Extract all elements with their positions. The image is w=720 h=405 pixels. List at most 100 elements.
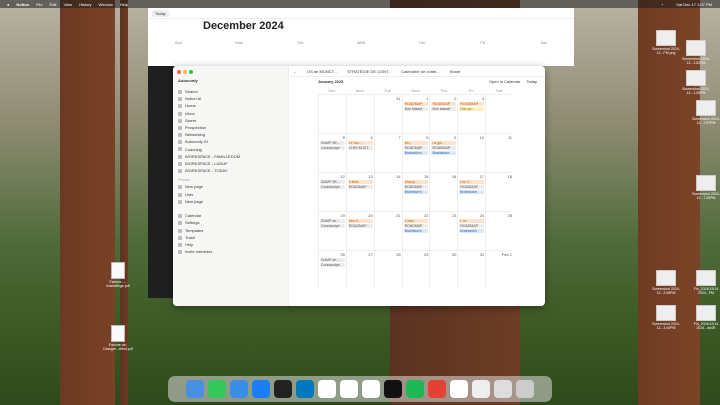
sidebar-bottom-item[interactable]: Settings bbox=[178, 219, 283, 226]
day-cell[interactable]: 25 bbox=[485, 212, 513, 250]
event-chip[interactable]: CHECKLIST bbox=[347, 146, 373, 150]
desktop-file[interactable]: Fin_2024/12/14 2024...PM bbox=[690, 270, 720, 295]
sidebar-page[interactable]: Sweet bbox=[178, 117, 283, 124]
sidebar-item[interactable]: Notion AI bbox=[178, 95, 283, 102]
tab-strategie[interactable]: STRATÉGIE DE CONT... bbox=[347, 69, 391, 74]
calendar-today-button[interactable]: Today bbox=[152, 9, 169, 17]
day-cell[interactable]: 16 bbox=[429, 173, 457, 211]
finder-icon[interactable] bbox=[186, 380, 204, 398]
chrome-icon[interactable] bbox=[428, 380, 446, 398]
desktop-pdf[interactable]: Facture-de-Dranger...client.pdf bbox=[102, 325, 134, 351]
day-cell[interactable]: 31 bbox=[373, 95, 402, 133]
day-cell[interactable]: 31 bbox=[457, 251, 485, 289]
menu-window[interactable]: Window bbox=[99, 2, 113, 7]
day-cell[interactable]: 14 bbox=[373, 173, 402, 211]
sidebar-item[interactable]: Search bbox=[178, 88, 283, 95]
event-chip[interactable]: Connaculpe bbox=[320, 224, 345, 228]
sidebar-bottom-item[interactable]: Calendar bbox=[178, 212, 283, 219]
desktop-file[interactable]: Screenshot 2024-12...1.00PM bbox=[680, 70, 712, 95]
event-chip[interactable]: L'inter... bbox=[403, 219, 429, 223]
desktop-file[interactable]: Screenshot 2024-12...3.00PM bbox=[650, 305, 682, 330]
back-icon[interactable]: ← bbox=[293, 69, 297, 74]
event-chip[interactable]: Non faisant bbox=[403, 107, 429, 111]
day-cell[interactable] bbox=[345, 95, 374, 133]
day-cell[interactable]: 17 Les 3... ROADMAP Brainstorm bbox=[457, 173, 485, 211]
event-chip[interactable]: ROADMAP bbox=[459, 224, 485, 228]
private-page[interactable]: New page bbox=[178, 198, 283, 205]
event-chip[interactable]: ROADMAP bbox=[403, 224, 429, 228]
event-chip[interactable]: Connaculpe bbox=[320, 263, 345, 267]
day-cell[interactable]: 5 DUMP SE... Connaculpe bbox=[318, 134, 346, 172]
day-cell[interactable]: 19 DUMP se... Connaculpe bbox=[318, 212, 346, 250]
day-cell[interactable]: 27 bbox=[345, 251, 374, 289]
day-cell[interactable]: 21 bbox=[373, 212, 402, 250]
event-chip[interactable]: Brainstorm bbox=[431, 151, 457, 155]
menu-file[interactable]: File bbox=[36, 2, 42, 7]
messages-icon[interactable] bbox=[208, 380, 226, 398]
sidebar-page[interactable]: WORKSPACE - TODAY bbox=[178, 167, 283, 174]
day-cell[interactable]: Feb 1 bbox=[485, 251, 513, 289]
sidebar-item[interactable]: Home bbox=[178, 102, 283, 109]
app-menu[interactable]: Notion bbox=[16, 2, 29, 7]
event-chip[interactable]: Nav qu... bbox=[459, 107, 485, 111]
sidebar-bottom-item[interactable]: Help bbox=[178, 241, 283, 248]
day-cell[interactable]: 3 ROADMAP Nav qu... bbox=[457, 95, 485, 133]
day-cell[interactable]: 8 Mo... ROADMAP Brainstorm bbox=[401, 134, 430, 172]
event-chip[interactable]: Unpop... bbox=[403, 180, 429, 184]
desktop-file[interactable]: Screenshot 2024-12...PM.png bbox=[650, 30, 682, 55]
day-cell[interactable]: 22 L'inter... ROADMAP Brainstorm bbox=[401, 212, 430, 250]
day-cell[interactable]: 29 bbox=[401, 251, 430, 289]
sidebar-page[interactable]: Networking bbox=[178, 131, 283, 138]
event-chip[interactable]: DUMP se... bbox=[320, 219, 345, 223]
event-chip[interactable]: Brainstorm bbox=[403, 190, 429, 194]
event-chip[interactable]: Brainstorm bbox=[403, 151, 429, 155]
desktop-file[interactable]: Screenshot 2024-12...1.52PM bbox=[680, 40, 712, 65]
desktop-pdf[interactable]: Facture-...-marketinge.pdf bbox=[102, 262, 134, 288]
day-cell[interactable]: 15 Unpop... ROADMAP Brainstorm bbox=[401, 173, 430, 211]
tab-calendrier[interactable]: Calendrier de conte... bbox=[401, 69, 439, 74]
event-chip[interactable]: ROADMAP bbox=[459, 102, 485, 106]
event-chip[interactable]: DUMP SE... bbox=[320, 141, 345, 145]
event-chip[interactable]: L'ut... bbox=[459, 219, 485, 223]
trello-icon[interactable] bbox=[296, 380, 314, 398]
mail-icon[interactable] bbox=[230, 380, 248, 398]
close-icon[interactable] bbox=[177, 70, 181, 74]
menu-help[interactable]: Help bbox=[120, 2, 128, 7]
apple-icon[interactable]: ● bbox=[7, 2, 9, 7]
menu-history[interactable]: History bbox=[79, 2, 91, 7]
share-button[interactable]: Share bbox=[450, 69, 461, 74]
menu-view[interactable]: View bbox=[63, 2, 72, 7]
day-cell[interactable]: 20 Une li... ROADMAP bbox=[345, 212, 374, 250]
day-cell[interactable] bbox=[318, 95, 346, 133]
day-cell[interactable]: 2 ROADMAP Non faisant bbox=[429, 95, 457, 133]
day-cell[interactable]: 6 Le foa... CHECKLIST bbox=[345, 134, 374, 172]
day-cell[interactable] bbox=[485, 95, 513, 133]
event-chip[interactable]: ROADMAP bbox=[403, 102, 429, 106]
day-cell[interactable]: 11 bbox=[485, 134, 513, 172]
event-chip[interactable]: ROADMAP bbox=[347, 185, 373, 189]
day-cell[interactable]: 7 bbox=[373, 134, 402, 172]
sidebar-page[interactable]: Prospection bbox=[178, 124, 283, 131]
app-store-icon[interactable] bbox=[252, 380, 270, 398]
event-chip[interactable]: Mo... bbox=[403, 141, 429, 145]
private-page[interactable]: New page bbox=[178, 183, 283, 190]
menu-edit[interactable]: Edit bbox=[50, 2, 57, 7]
minimize-icon[interactable] bbox=[183, 70, 187, 74]
day-cell[interactable]: 13 5 tech... ROADMAP bbox=[345, 173, 374, 211]
day-cell[interactable]: 1 ROADMAP Non faisant bbox=[401, 95, 430, 133]
downloads-icon[interactable] bbox=[494, 380, 512, 398]
workspace-switcher[interactable]: Autoconfy bbox=[178, 78, 198, 83]
day-cell[interactable]: 24 L'ut... ROADMAP Brainstorm bbox=[457, 212, 485, 250]
event-chip[interactable]: 5 tech... bbox=[347, 180, 373, 184]
preview-icon[interactable] bbox=[472, 380, 490, 398]
invite-members-button[interactable]: Invite members bbox=[178, 248, 283, 255]
sidebar-page[interactable]: WORKSPACE - FAMILLEDOM bbox=[178, 153, 283, 160]
sidebar-bottom-item[interactable]: Trash bbox=[178, 234, 283, 241]
event-chip[interactable]: Connaculpe bbox=[320, 146, 345, 150]
event-chip[interactable]: ROADMAP bbox=[431, 146, 457, 150]
event-chip[interactable]: ROADMAP bbox=[347, 224, 373, 228]
desktop-file[interactable]: Screenshot 2024-12...2.05PM bbox=[650, 270, 682, 295]
clock[interactable]: Sat Dec 17 1:07 PM bbox=[676, 2, 712, 7]
event-chip[interactable]: Brainstorm bbox=[403, 229, 429, 233]
checklist-icon[interactable] bbox=[362, 380, 380, 398]
